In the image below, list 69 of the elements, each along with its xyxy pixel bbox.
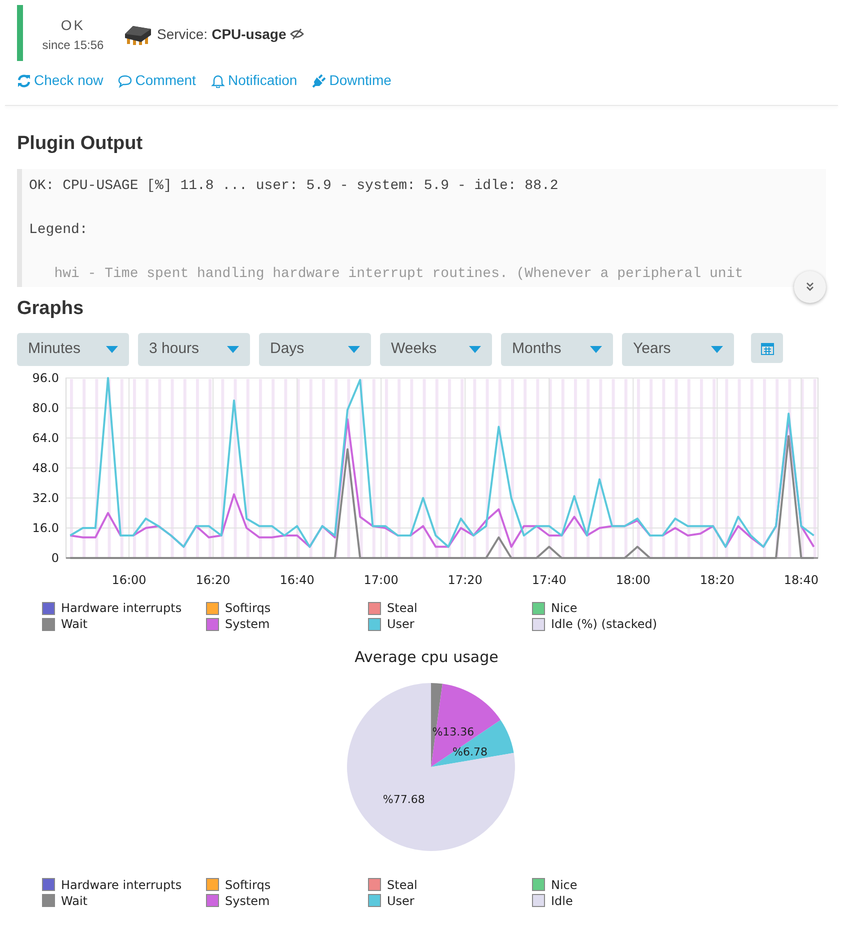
axis-label: 96.0 xyxy=(32,371,59,385)
service-label: Service: xyxy=(157,24,208,44)
slice-label: %13.36 xyxy=(432,724,474,738)
caret-icon xyxy=(711,346,723,353)
legend-label: System xyxy=(225,892,270,910)
axis-label: 18:40 xyxy=(784,573,818,587)
caret-icon xyxy=(106,346,118,353)
legend-label: Steal xyxy=(387,600,418,617)
axis-label: 16.0 xyxy=(32,521,59,535)
range-dropdown[interactable]: Weeks xyxy=(380,333,492,366)
axis-label: 32.0 xyxy=(32,491,59,505)
service-name: CPU-usage xyxy=(212,24,286,44)
axis-label: 80.0 xyxy=(32,401,59,415)
legend-label: System xyxy=(225,616,270,633)
legend-label: Wait xyxy=(61,616,88,633)
action-link[interactable]: Check now xyxy=(17,70,104,91)
plug-icon xyxy=(312,74,326,88)
range-dropdown[interactable]: Months xyxy=(501,333,613,366)
axis-label: 16:20 xyxy=(196,573,230,587)
range-dropdown[interactable]: Days xyxy=(259,333,371,366)
bell-icon xyxy=(210,74,225,88)
legend-label: Nice xyxy=(551,600,578,617)
section-title: Graphs xyxy=(17,296,85,320)
status-since: since 15:56 xyxy=(42,37,104,54)
range-dropdown[interactable]: Years xyxy=(622,333,734,366)
legend-label: Hardware interrupts xyxy=(61,600,182,617)
output-line: OK: CPU-USAGE [%] 11.8 ... user: 5.9 - system: 5.9 - idle: 88.2 xyxy=(29,176,560,196)
axis-label: 64.0 xyxy=(32,431,59,445)
legend-label: Nice xyxy=(551,876,578,894)
legend-label: Steal xyxy=(387,876,418,894)
calendar-icon xyxy=(760,342,774,354)
caret-icon xyxy=(227,346,239,353)
slice-label: %6.78 xyxy=(452,744,488,758)
output-line: Legend: xyxy=(29,220,89,240)
status-label: OK xyxy=(60,16,86,35)
legend-label: User xyxy=(387,892,414,910)
range-dropdown[interactable]: Minutes xyxy=(17,333,129,366)
axis-label: 48.0 xyxy=(32,461,59,475)
calendar-button[interactable] xyxy=(751,333,783,363)
caret-icon xyxy=(590,346,602,353)
axis-label: 17:40 xyxy=(532,573,566,587)
chevrons-down-icon xyxy=(805,282,815,292)
caret-icon xyxy=(348,346,360,353)
eye-slash-icon[interactable] xyxy=(290,28,304,40)
axis-label: 0 xyxy=(51,551,59,565)
axis-label: 18:20 xyxy=(700,573,734,587)
legend-label: Softirqs xyxy=(225,876,271,894)
action-link[interactable]: Notification xyxy=(210,70,298,91)
action-link[interactable]: Comment xyxy=(118,70,196,91)
axis-label: 18:00 xyxy=(616,573,650,587)
caret-icon xyxy=(469,346,481,353)
chart-title: Average cpu usage xyxy=(354,647,498,668)
axis-label: 17:20 xyxy=(448,573,482,587)
axis-label: 16:00 xyxy=(112,573,146,587)
output-line: hwi - Time spent handling hardware interrupt routines. (Whenever a peripheral unit xyxy=(53,264,744,284)
legend-label: User xyxy=(387,616,414,633)
speech-bubble-icon xyxy=(118,74,132,88)
slice-label: %77.68 xyxy=(382,792,425,806)
legend-label: Idle xyxy=(551,892,573,910)
legend-label: Hardware interrupts xyxy=(61,876,182,894)
action-link[interactable]: Downtime xyxy=(312,70,392,91)
legend-label: Softirqs xyxy=(225,600,271,617)
legend-label: Wait xyxy=(61,892,88,910)
section-title: Plugin Output xyxy=(17,132,144,156)
refresh-icon xyxy=(17,74,31,88)
range-dropdown[interactable]: 3 hours xyxy=(138,333,250,366)
legend-label: Idle (%) (stacked) xyxy=(551,616,658,633)
axis-label: 16:40 xyxy=(280,573,314,587)
axis-label: 17:00 xyxy=(364,573,398,587)
